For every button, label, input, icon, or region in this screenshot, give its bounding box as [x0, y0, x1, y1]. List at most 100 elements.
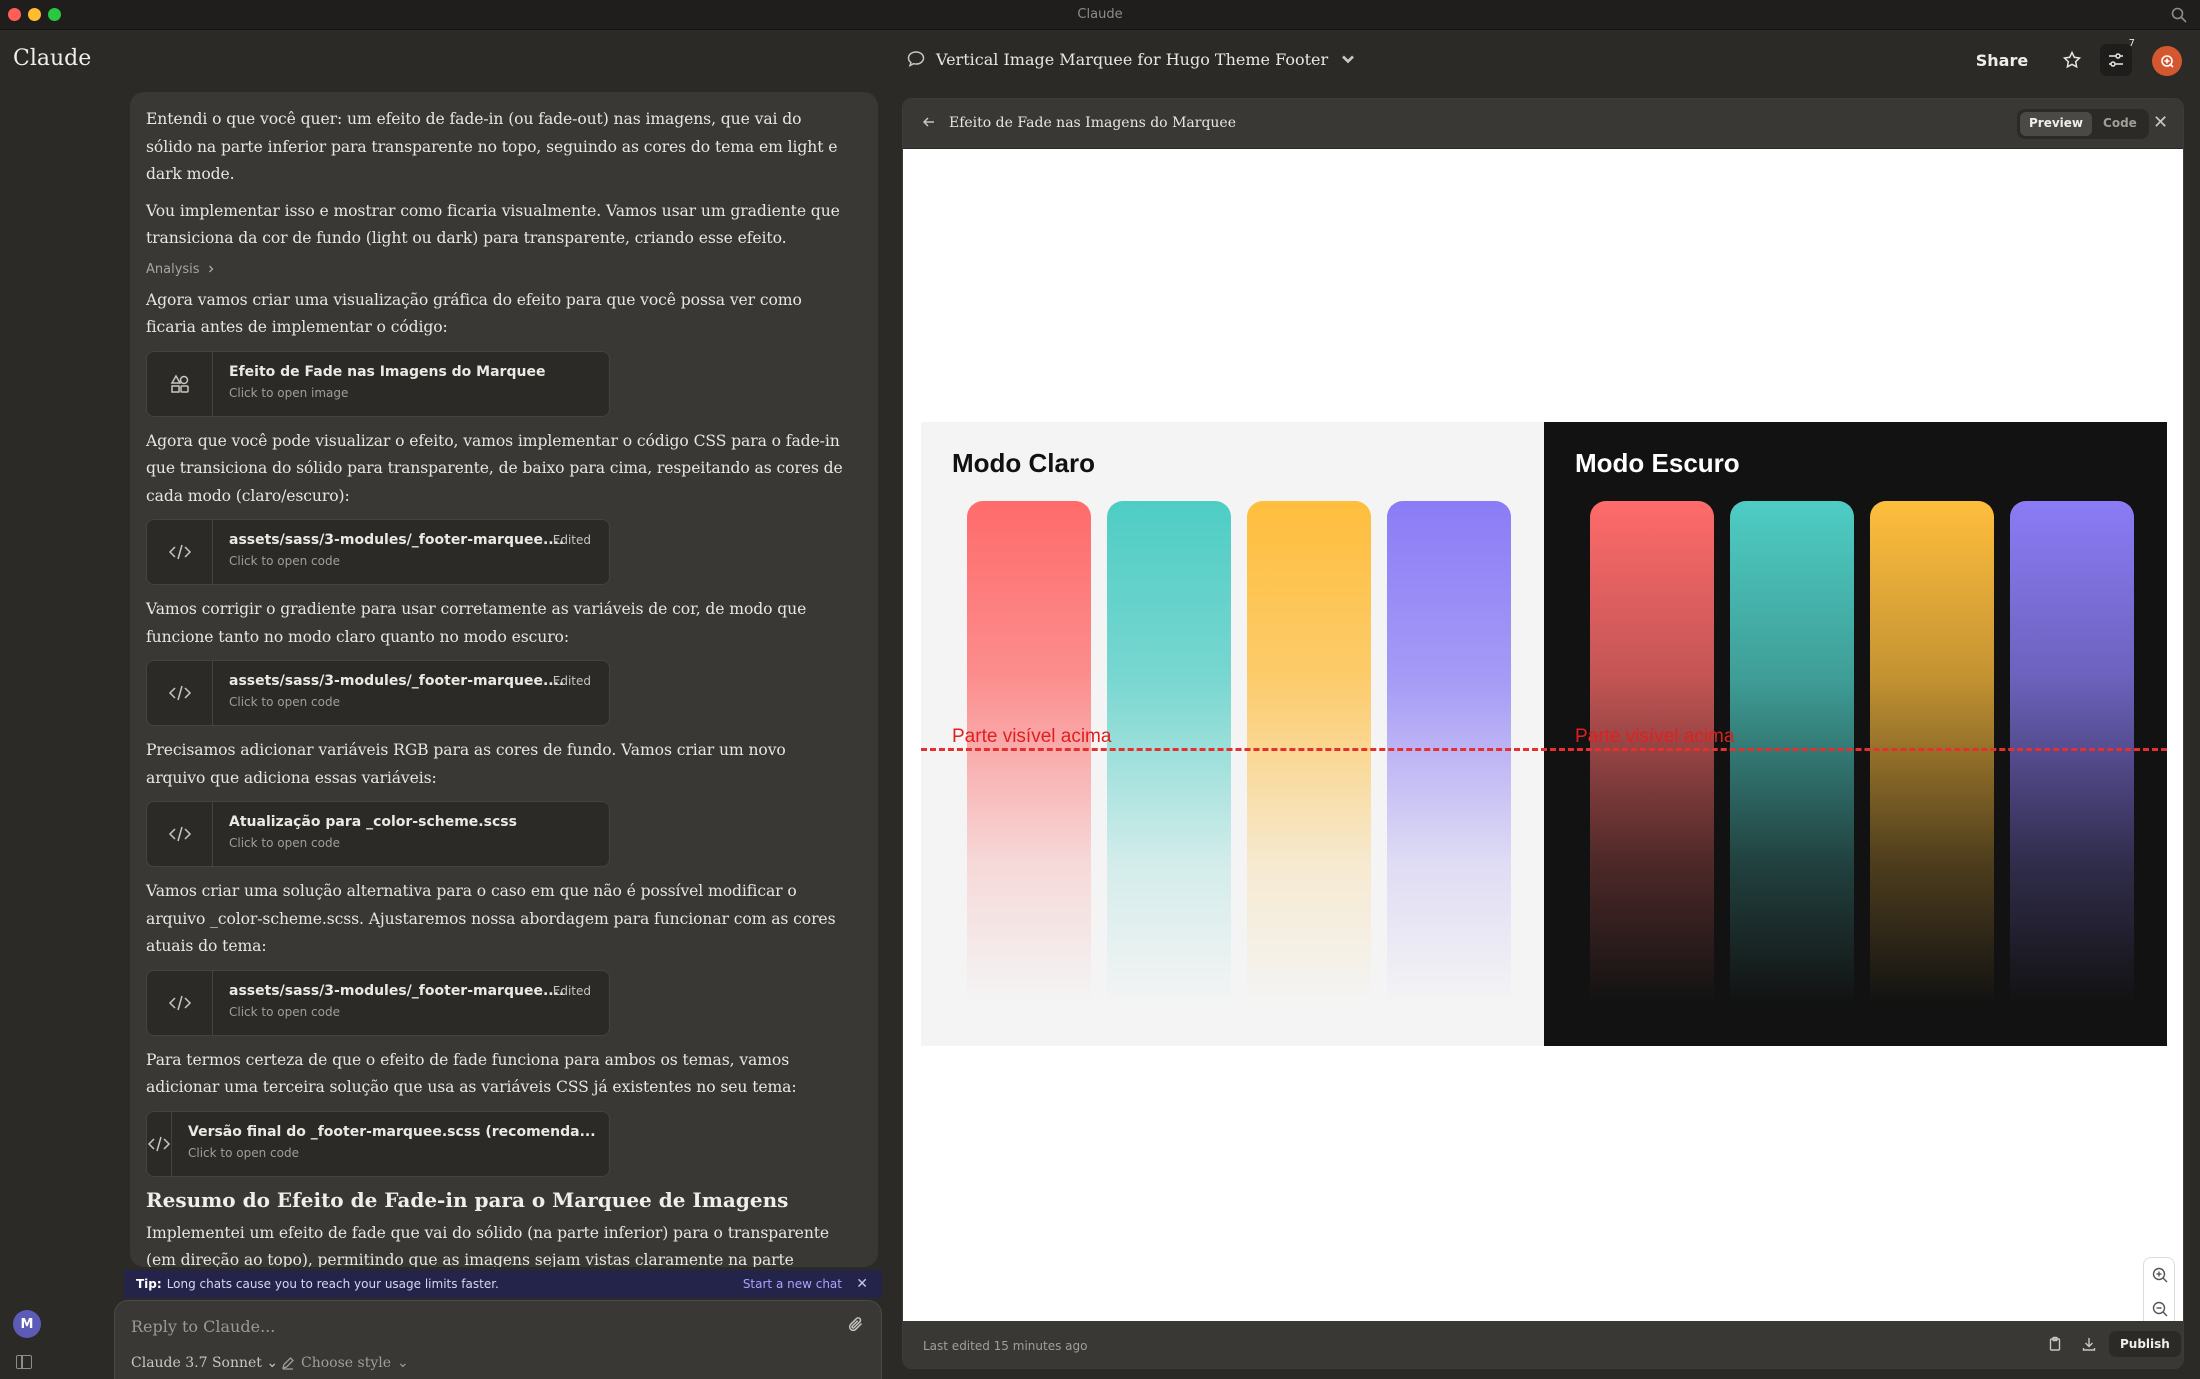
- code-icon: [147, 1111, 172, 1176]
- artifact-card[interactable]: assets/sass/3-modules/_footer-marquee...…: [146, 969, 610, 1036]
- color-bar-yellow: [1247, 501, 1371, 1004]
- share-button[interactable]: Share: [1960, 42, 2044, 78]
- tab-code[interactable]: Code: [2094, 112, 2146, 136]
- chat-message: Entendi o que você quer: um efeito de fa…: [130, 92, 878, 1267]
- sliders-icon: [2109, 53, 2123, 67]
- artifact-title: assets/sass/3-modules/_footer-marquee...…: [229, 532, 565, 548]
- close-icon[interactable]: ✕: [2153, 112, 2168, 133]
- close-icon[interactable]: ✕: [856, 1276, 868, 1292]
- artifact-panel-title: Efeito de Fade nas Imagens do Marquee: [949, 115, 1236, 131]
- message-paragraph: Entendi o que você quer: um efeito de fa…: [146, 110, 838, 183]
- artifact-panel-footer: Last edited 15 minutes ago Publish: [903, 1321, 2183, 1368]
- artifact-card[interactable]: assets/sass/3-modules/_footer-marquee...…: [146, 519, 610, 585]
- chevron-right-icon: [208, 265, 214, 273]
- artifact-card[interactable]: assets/sass/3-modules/_footer-marquee...…: [146, 660, 610, 726]
- artifact-subtitle: Click to open image: [229, 385, 349, 400]
- chevron-down-icon: ⌄: [266, 1355, 279, 1371]
- code-icon: [147, 661, 213, 725]
- star-button[interactable]: [2056, 44, 2088, 76]
- artifact-subtitle: Click to open code: [229, 695, 340, 709]
- reply-composer[interactable]: Reply to Claude... Claude 3.7 Sonnet ⌄ C…: [114, 1300, 882, 1379]
- download-icon[interactable]: [2081, 1336, 2097, 1352]
- code-icon: [147, 520, 213, 584]
- edited-badge: Edited: [552, 533, 591, 547]
- view-toggle: Preview Code: [2017, 109, 2149, 139]
- artifact-subtitle: Click to open code: [188, 1145, 299, 1160]
- artifact-title: Versão final do _footer-marquee.scss (re…: [188, 1123, 596, 1140]
- color-bar-purple: [1387, 501, 1511, 1004]
- visible-area-label: Parte visível acima: [952, 726, 1112, 747]
- claude-spark-icon: [2161, 55, 2174, 68]
- message-paragraph: Vamos corrigir o gradiente para usar cor…: [146, 600, 807, 646]
- style-label: Choose style: [301, 1355, 391, 1371]
- usage-tip-banner: Tip: Long chats cause you to reach your …: [124, 1270, 882, 1298]
- app-header: Claude Vertical Image Marquee for Hugo T…: [0, 30, 2200, 92]
- color-bar-yellow: [1870, 501, 1994, 1004]
- reply-input[interactable]: Reply to Claude...: [131, 1317, 275, 1336]
- model-name: Claude 3.7 Sonnet: [131, 1355, 262, 1371]
- last-edited-text: Last edited 15 minutes ago: [923, 1339, 1088, 1353]
- chat-bubble-icon: [907, 51, 925, 67]
- visible-threshold-line: [921, 748, 2167, 751]
- artifact-title: assets/sass/3-modules/_footer-marquee...…: [229, 982, 565, 999]
- message-paragraph: Para termos certeza de que o efeito de f…: [146, 1050, 797, 1097]
- tip-label: Tip:: [136, 1277, 162, 1291]
- message-paragraph: Precisamos adicionar variáveis RGB para …: [146, 741, 786, 787]
- chevron-down-icon: [1342, 55, 1355, 64]
- color-bar-red: [1590, 501, 1714, 1004]
- edited-badge: Edited: [552, 674, 591, 688]
- artifact-panel: Efeito de Fade nas Imagens do Marquee Pr…: [902, 98, 2184, 1369]
- dark-mode-title: Modo Escuro: [1575, 448, 1740, 478]
- message-paragraph: Agora vamos criar uma visualização gráfi…: [146, 290, 802, 337]
- artifact-card[interactable]: Versão final do _footer-marquee.scss (re…: [146, 1110, 610, 1177]
- code-icon: [147, 970, 213, 1035]
- light-mode-title: Modo Claro: [952, 448, 1095, 478]
- image-artifact-icon: [147, 351, 213, 416]
- tip-text: Long chats cause you to reach your usage…: [166, 1277, 499, 1291]
- star-icon: [2062, 50, 2082, 69]
- artifact-title: assets/sass/3-modules/_footer-marquee...…: [229, 673, 565, 689]
- conversation-title: Vertical Image Marquee for Hugo Theme Fo…: [936, 49, 1329, 69]
- account-avatar[interactable]: [2152, 46, 2182, 76]
- style-selector[interactable]: Choose style ⌄: [281, 1355, 409, 1371]
- light-mode-preview: Modo Claro Parte visível acima: [921, 422, 1544, 1046]
- artifact-subtitle: Click to open code: [229, 1004, 340, 1019]
- search-icon[interactable]: [2170, 6, 2188, 24]
- sidebar-toggle-icon[interactable]: [16, 1355, 32, 1369]
- conversation-title-button[interactable]: Vertical Image Marquee for Hugo Theme Fo…: [906, 49, 1358, 69]
- analysis-label: Analysis: [146, 261, 200, 277]
- window-titlebar: Claude: [0, 0, 2200, 30]
- zoom-in-icon[interactable]: [2151, 1266, 2169, 1284]
- paperclip-icon[interactable]: [847, 1315, 865, 1333]
- window-title: Claude: [1077, 7, 1123, 22]
- color-bar-purple: [2010, 501, 2134, 1004]
- chevron-down-icon: ⌄: [397, 1355, 409, 1371]
- user-avatar[interactable]: M: [13, 1310, 41, 1338]
- message-paragraph: Agora que você pode visualizar o efeito,…: [146, 431, 843, 505]
- artifact-subtitle: Click to open code: [229, 554, 340, 568]
- color-bar-teal: [1107, 501, 1231, 1004]
- copy-icon[interactable]: [2047, 1336, 2063, 1352]
- start-new-chat-link[interactable]: Start a new chat: [743, 1277, 842, 1291]
- tab-preview[interactable]: Preview: [2020, 112, 2093, 136]
- artifact-card[interactable]: Atualização para _color-scheme.scss Clic…: [146, 801, 610, 867]
- artifact-card[interactable]: Efeito de Fade nas Imagens do Marquee Cl…: [146, 350, 610, 417]
- back-arrow-icon[interactable]: [921, 114, 937, 130]
- artifact-title: Atualização para _color-scheme.scss: [229, 814, 517, 830]
- artifact-panel-header: Efeito de Fade nas Imagens do Marquee Pr…: [903, 99, 2183, 149]
- artifact-subtitle: Click to open code: [229, 836, 340, 850]
- publish-button[interactable]: Publish: [2109, 1331, 2181, 1357]
- brand-logo[interactable]: Claude: [13, 46, 91, 71]
- message-paragraph: Vou implementar isso e mostrar como fica…: [146, 201, 840, 248]
- zoom-out-icon[interactable]: [2151, 1300, 2169, 1318]
- model-selector[interactable]: Claude 3.7 Sonnet ⌄: [131, 1355, 278, 1371]
- artifact-preview-canvas: Modo Claro Parte visível acima Modo Escu…: [903, 149, 2183, 1359]
- message-paragraph: Vamos criar uma solução alternativa para…: [146, 882, 836, 955]
- summary-heading: Resumo do Efeito de Fade-in para o Marqu…: [146, 1187, 789, 1212]
- notification-count: 7: [2128, 38, 2135, 49]
- analysis-toggle[interactable]: Analysis: [146, 262, 846, 277]
- edited-badge: Edited: [552, 983, 591, 998]
- code-icon: [147, 802, 213, 866]
- color-bar-red: [967, 501, 1091, 1004]
- settings-button[interactable]: 7: [2100, 38, 2135, 76]
